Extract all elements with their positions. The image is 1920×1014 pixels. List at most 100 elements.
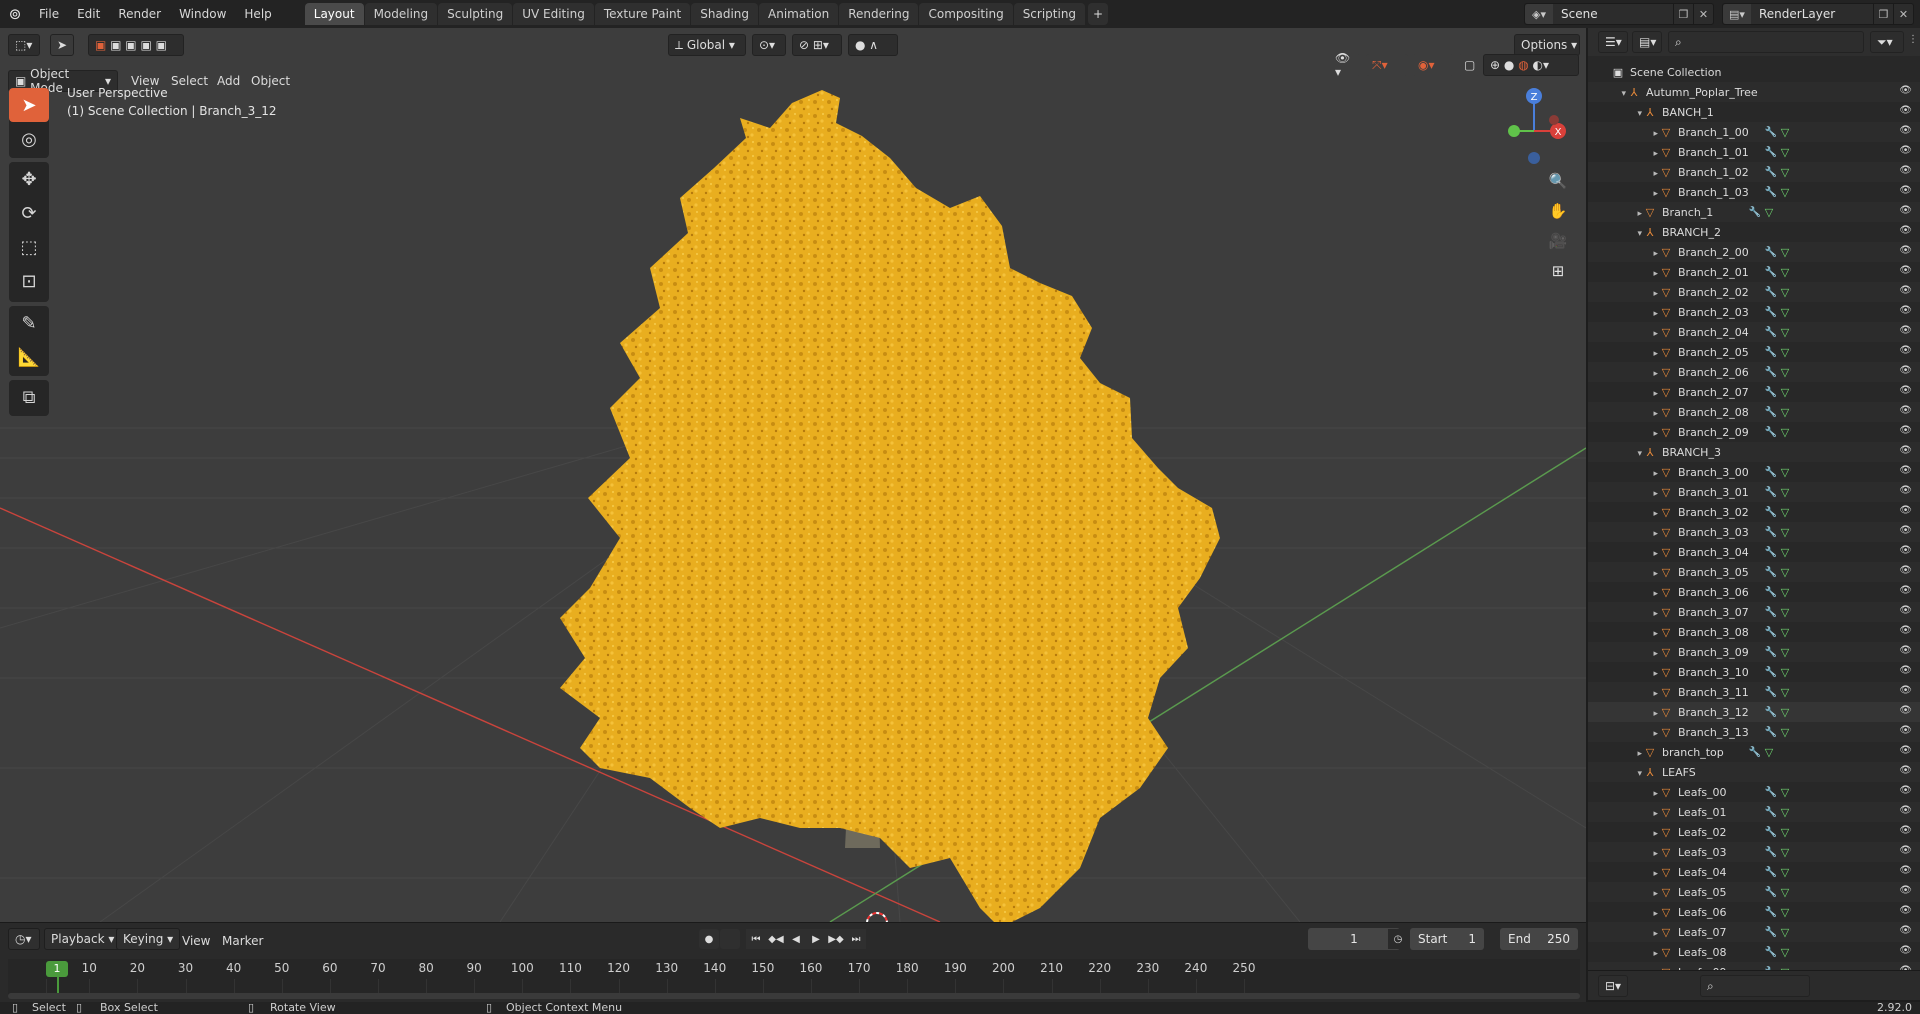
mesh-object-icon[interactable]: ▽ bbox=[1658, 584, 1674, 600]
playback-dropdown[interactable]: Playback ▾ bbox=[44, 928, 122, 950]
visibility-eye-icon[interactable]: 👁 bbox=[1899, 565, 1912, 576]
visibility-eye-icon[interactable]: 👁 bbox=[1899, 485, 1912, 496]
modifier-wrench-icon[interactable]: 🔧 bbox=[1764, 667, 1778, 678]
mesh-data-icon[interactable]: ▽ bbox=[1778, 486, 1792, 499]
modifier-wrench-icon[interactable]: 🔧 bbox=[1764, 187, 1778, 198]
mesh-data-icon[interactable]: ▽ bbox=[1778, 366, 1792, 379]
outliner-row[interactable]: ▾ ⅄ BRANCH_3 👁 bbox=[1588, 442, 1920, 462]
outliner-row[interactable]: ▾ ⅄ BANCH_1 👁 bbox=[1588, 102, 1920, 122]
visibility-eye-icon[interactable]: 👁 bbox=[1899, 845, 1912, 856]
mesh-data-icon[interactable]: ▽ bbox=[1778, 666, 1792, 679]
menu-help[interactable]: Help bbox=[235, 0, 280, 28]
orthographic-grid-icon[interactable]: ⊞ bbox=[1545, 258, 1571, 284]
xray-toggle[interactable]: ▢ bbox=[1458, 54, 1480, 76]
outliner-row[interactable]: ▸ ▽ Leafs_08 🔧 ▽ 👁 bbox=[1588, 942, 1920, 962]
mesh-object-icon[interactable]: ▽ bbox=[1658, 804, 1674, 820]
mesh-data-icon[interactable]: ▽ bbox=[1778, 166, 1792, 179]
render-layer-name[interactable]: RenderLayer bbox=[1751, 7, 1873, 21]
timeline-view-menu[interactable]: View bbox=[182, 934, 210, 948]
move-tool-icon[interactable]: ✥ bbox=[9, 162, 49, 196]
empty-object-icon[interactable]: ⅄ bbox=[1642, 104, 1658, 120]
camera-view-icon[interactable]: 🎥 bbox=[1545, 228, 1571, 254]
mesh-data-icon[interactable]: ▽ bbox=[1778, 326, 1792, 339]
mesh-object-icon[interactable]: ▽ bbox=[1642, 744, 1658, 760]
outliner-row[interactable]: ▸ ▽ Branch_2_04 🔧 ▽ 👁 bbox=[1588, 322, 1920, 342]
visibility-eye-icon[interactable]: 👁 bbox=[1899, 545, 1912, 556]
modifier-wrench-icon[interactable]: 🔧 bbox=[1764, 327, 1778, 338]
modifier-wrench-icon[interactable]: 🔧 bbox=[1764, 887, 1778, 898]
modifier-wrench-icon[interactable]: 🔧 bbox=[1764, 487, 1778, 498]
modifier-wrench-icon[interactable]: 🔧 bbox=[1764, 287, 1778, 298]
visibility-eye-icon[interactable]: 👁 bbox=[1899, 685, 1912, 696]
empty-object-icon[interactable]: ⅄ bbox=[1642, 444, 1658, 460]
visibility-eye-icon[interactable]: 👁 bbox=[1899, 705, 1912, 716]
outliner-row[interactable]: ▸ ▽ Branch_3_12 🔧 ▽ 👁 bbox=[1588, 702, 1920, 722]
modifier-wrench-icon[interactable]: 🔧 bbox=[1764, 867, 1778, 878]
mesh-data-icon[interactable]: ▽ bbox=[1778, 606, 1792, 619]
current-frame-field[interactable]: 1 bbox=[1308, 928, 1400, 950]
visibility-eye-icon[interactable]: 👁 bbox=[1899, 805, 1912, 816]
mesh-object-icon[interactable]: ▽ bbox=[1658, 364, 1674, 380]
visibility-eye-icon[interactable]: 👁 bbox=[1899, 825, 1912, 836]
tab-animation[interactable]: Animation bbox=[759, 3, 839, 25]
menu-render[interactable]: Render bbox=[109, 0, 170, 28]
visibility-eye-icon[interactable]: 👁 bbox=[1899, 645, 1912, 656]
outliner-row[interactable]: ▸ ▽ Branch_1_03 🔧 ▽ 👁 bbox=[1588, 182, 1920, 202]
editor-type-button[interactable]: ⬚▾ bbox=[8, 34, 40, 56]
mesh-object-icon[interactable]: ▽ bbox=[1658, 904, 1674, 920]
outliner-row[interactable]: ▸ ▽ Leafs_06 🔧 ▽ 👁 bbox=[1588, 902, 1920, 922]
modifier-wrench-icon[interactable]: 🔧 bbox=[1764, 907, 1778, 918]
visibility-eye-icon[interactable]: 👁 bbox=[1899, 605, 1912, 616]
copy-scene-icon[interactable]: ❐ bbox=[1673, 4, 1693, 24]
outliner-row[interactable]: ▸ ▽ Branch_3_04 🔧 ▽ 👁 bbox=[1588, 542, 1920, 562]
keying-dropdown[interactable]: Keying ▾ bbox=[116, 928, 181, 950]
transform-orientation-dropdown[interactable]: ⟂ Global ▾ bbox=[668, 34, 746, 56]
outliner-options-icon[interactable]: ⋮ bbox=[1908, 34, 1918, 45]
modifier-wrench-icon[interactable]: 🔧 bbox=[1764, 927, 1778, 938]
outliner-row[interactable]: ▸ ▽ Leafs_03 🔧 ▽ 👁 bbox=[1588, 842, 1920, 862]
pivot-point-dropdown[interactable]: ⊙▾ bbox=[752, 34, 786, 56]
mesh-object-icon[interactable]: ▽ bbox=[1658, 244, 1674, 260]
mesh-data-icon[interactable]: ▽ bbox=[1778, 406, 1792, 419]
mesh-data-icon[interactable]: ▽ bbox=[1778, 266, 1792, 279]
rendered-shading-icon[interactable]: ◐ bbox=[1533, 58, 1543, 72]
modifier-wrench-icon[interactable]: 🔧 bbox=[1748, 747, 1762, 758]
mesh-object-icon[interactable]: ▽ bbox=[1658, 624, 1674, 640]
modifier-wrench-icon[interactable]: 🔧 bbox=[1764, 367, 1778, 378]
gizmo-toggle[interactable]: ⤧▾ bbox=[1366, 54, 1408, 76]
outliner-row[interactable]: ▸ ▽ Leafs_00 🔧 ▽ 👁 bbox=[1588, 782, 1920, 802]
mesh-object-icon[interactable]: ▽ bbox=[1658, 304, 1674, 320]
outliner-row[interactable]: ▸ ▽ Branch_3_10 🔧 ▽ 👁 bbox=[1588, 662, 1920, 682]
modifier-wrench-icon[interactable]: 🔧 bbox=[1748, 207, 1762, 218]
mesh-object-icon[interactable]: ▽ bbox=[1658, 844, 1674, 860]
mesh-object-icon[interactable]: ▽ bbox=[1658, 644, 1674, 660]
3d-viewport[interactable]: Z X ⬚▾ ➤ ▣ ▣ ▣ ▣ ▣ ▣ Object Mode ▾ View … bbox=[0, 28, 1586, 922]
mesh-data-icon[interactable]: ▽ bbox=[1778, 566, 1792, 579]
visibility-eye-icon[interactable]: 👁 bbox=[1899, 765, 1912, 776]
outliner-row[interactable]: ▾ ⅄ BRANCH_2 👁 bbox=[1588, 222, 1920, 242]
scale-tool-icon[interactable]: ⬚ bbox=[9, 230, 49, 264]
mesh-data-icon[interactable]: ▽ bbox=[1778, 426, 1792, 439]
visibility-eye-icon[interactable]: 👁 bbox=[1899, 445, 1912, 456]
visibility-eye-icon[interactable]: 👁 bbox=[1899, 105, 1912, 116]
outliner-row[interactable]: ▸ ▽ Branch_3_03 🔧 ▽ 👁 bbox=[1588, 522, 1920, 542]
mesh-object-icon[interactable]: ▽ bbox=[1658, 164, 1674, 180]
modifier-wrench-icon[interactable]: 🔧 bbox=[1764, 587, 1778, 598]
menu-file[interactable]: File bbox=[30, 0, 68, 28]
visibility-eye-icon[interactable]: 👁 bbox=[1899, 505, 1912, 516]
tab-texture-paint[interactable]: Texture Paint bbox=[594, 3, 691, 25]
mesh-object-icon[interactable]: ▽ bbox=[1658, 824, 1674, 840]
mesh-object-icon[interactable]: ▽ bbox=[1658, 784, 1674, 800]
timeline-marker-menu[interactable]: Marker bbox=[222, 934, 263, 948]
outliner-row[interactable]: ▸ ▽ Leafs_04 🔧 ▽ 👁 bbox=[1588, 862, 1920, 882]
add-workspace-button[interactable]: + bbox=[1088, 3, 1109, 25]
outliner-row[interactable]: ▸ ▽ Leafs_02 🔧 ▽ 👁 bbox=[1588, 822, 1920, 842]
mesh-object-icon[interactable]: ▽ bbox=[1658, 384, 1674, 400]
outliner-row[interactable]: ▸ ▽ Leafs_05 🔧 ▽ 👁 bbox=[1588, 882, 1920, 902]
outliner-row[interactable]: ▸ ▽ Branch_3_11 🔧 ▽ 👁 bbox=[1588, 682, 1920, 702]
visibility-eye-icon[interactable]: 👁 bbox=[1899, 925, 1912, 936]
select-box-tool-icon[interactable]: ➤ bbox=[9, 88, 49, 122]
tab-sculpting[interactable]: Sculpting bbox=[438, 3, 513, 25]
record-button[interactable]: ● bbox=[699, 929, 719, 949]
tab-layout[interactable]: Layout bbox=[304, 3, 364, 25]
